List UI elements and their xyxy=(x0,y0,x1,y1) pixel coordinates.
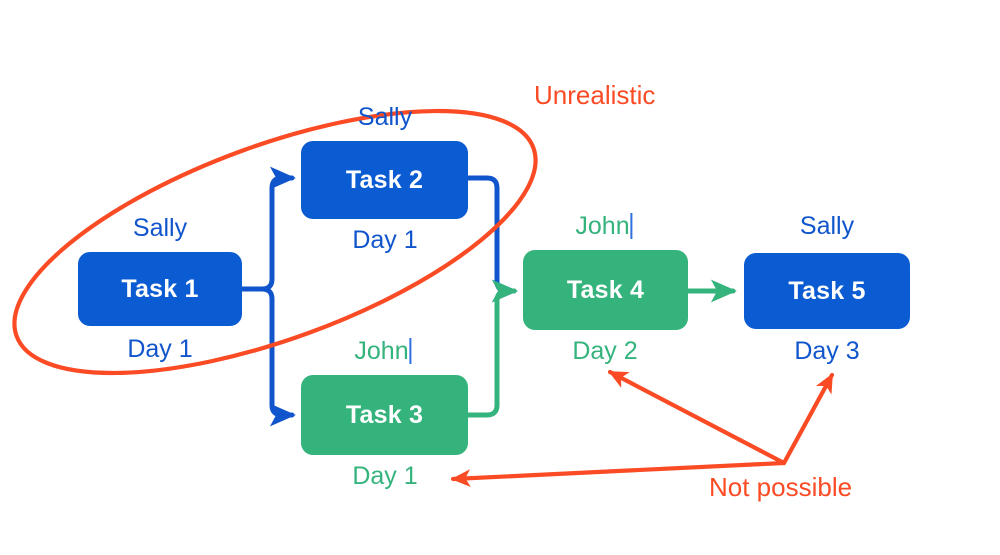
task2-label: Task 2 xyxy=(345,165,424,194)
task4-day-label: Day 2 xyxy=(572,337,637,366)
task1-day-label: Day 1 xyxy=(127,335,192,364)
task5-owner-label: Sally xyxy=(800,212,854,241)
unrealistic-ellipse-marker xyxy=(12,108,538,376)
task5-owner-text: Sally xyxy=(799,212,855,240)
task3-owner-text-cursor xyxy=(409,338,412,364)
task1-label: Task 1 xyxy=(121,274,199,303)
connector-task2-task4 xyxy=(465,175,518,303)
not-possible-arrow-to-task4-day xyxy=(607,369,787,466)
connector-task3-task4 xyxy=(465,279,518,418)
task2-day-text: Day 1 xyxy=(352,226,418,254)
task1-day-text: Day 1 xyxy=(127,335,193,363)
task5-day-label: Day 3 xyxy=(794,337,859,366)
node-task4[interactable]: Task 4 xyxy=(523,250,688,330)
not-possible-arrow-to-task5-day xyxy=(781,372,835,466)
task4-day-text: Day 2 xyxy=(572,337,638,365)
task4-owner-text: John xyxy=(575,212,630,240)
node-task5[interactable]: Task 5 xyxy=(744,253,910,329)
task2-owner-label: Sally xyxy=(358,103,412,132)
task4-owner-text-cursor xyxy=(630,213,633,239)
node-task1[interactable]: Task 1 xyxy=(78,252,242,326)
annotation-unrealistic: Unrealistic xyxy=(534,80,655,111)
task1-owner-label: Sally xyxy=(133,214,187,243)
task3-day-label: Day 1 xyxy=(352,462,417,491)
task3-owner-text: John xyxy=(354,337,409,365)
annotation-not-possible-text: Not possible xyxy=(709,472,853,502)
task2-day-label: Day 1 xyxy=(352,226,417,255)
task5-label: Task 5 xyxy=(788,276,866,305)
task3-day-text: Day 1 xyxy=(352,462,418,490)
task1-owner-text: Sally xyxy=(132,214,188,242)
annotation-unrealistic-text: Unrealistic xyxy=(534,80,656,110)
annotation-not-possible: Not possible xyxy=(709,472,852,503)
node-task2[interactable]: Task 2 xyxy=(301,141,468,219)
connector-task1-task2 xyxy=(239,166,296,292)
task4-owner-label: John xyxy=(575,212,633,241)
task3-label: Task 3 xyxy=(345,400,424,429)
task5-day-text: Day 3 xyxy=(794,337,860,365)
diagram-canvas: Sally Task 1 Day 1 Sally Task 2 Day 1 Jo… xyxy=(0,0,1000,555)
node-task3[interactable]: Task 3 xyxy=(301,375,468,455)
task4-label: Task 4 xyxy=(566,275,645,304)
task3-owner-label: John xyxy=(354,337,412,366)
task2-owner-text: Sally xyxy=(357,103,413,131)
